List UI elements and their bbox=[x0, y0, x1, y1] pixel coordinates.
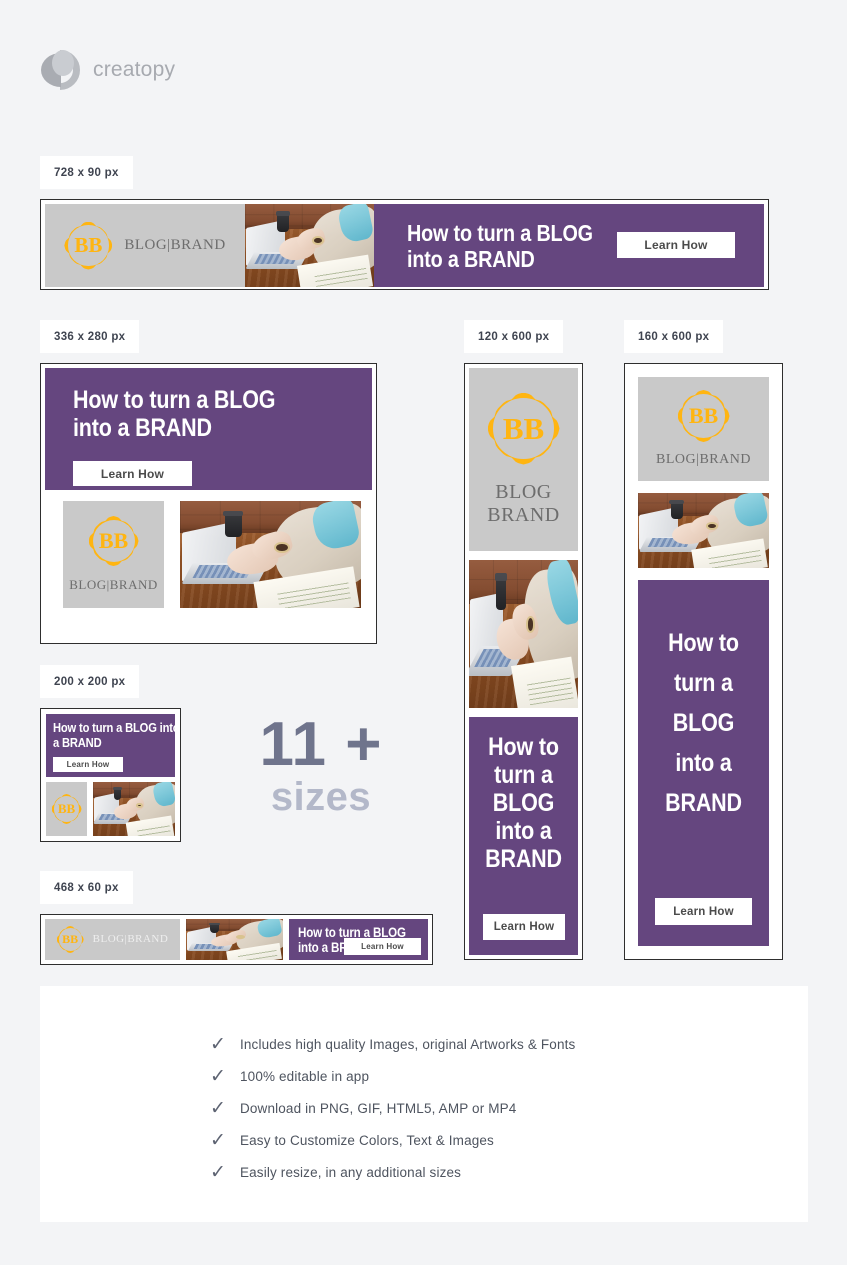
bb-badge-icon: BB bbox=[487, 392, 560, 465]
creatopy-brand-header: creatopy bbox=[40, 50, 175, 90]
bb-badge-icon: BB bbox=[64, 221, 113, 270]
purple-cta-pane: How to turn a BLOG into a BRAND Learn Ho… bbox=[374, 204, 764, 287]
ad-skyscraper-120x600[interactable]: BB BLOG BRAND How to turn a BLOG into a … bbox=[464, 363, 583, 960]
purple-cta-pane: How to turn a BLOG into a BRAND Learn Ho… bbox=[469, 717, 578, 955]
feature-item: ✓ 100% editable in app bbox=[210, 1060, 575, 1092]
size-label-banner: 468 x 60 px bbox=[40, 871, 133, 904]
check-icon: ✓ bbox=[210, 1129, 226, 1151]
logo-pane: BB bbox=[46, 782, 87, 836]
purple-cta-pane: How to turn a BLOG into a BRAND Learn Ho… bbox=[638, 580, 769, 946]
feature-label: Includes high quality Images, original A… bbox=[240, 1036, 576, 1052]
learn-how-button[interactable]: Learn How bbox=[344, 938, 421, 955]
purple-cta-pane: How to turn a BLOG into a BRAND Learn Ho… bbox=[46, 714, 175, 777]
purple-cta-pane: How to turn a BLOG into a BRAND Learn Ho… bbox=[45, 368, 372, 490]
headline: How to turn a BLOG into a BRAND bbox=[485, 733, 562, 873]
creatopy-circle-logo-icon bbox=[40, 50, 80, 90]
wordmark: BLOG|BRAND bbox=[124, 236, 226, 253]
wordmark: BLOG BRAND bbox=[487, 480, 560, 526]
feature-label: Easy to Customize Colors, Text & Images bbox=[240, 1132, 494, 1148]
bb-badge-icon: BB bbox=[56, 926, 84, 953]
size-label-leaderboard: 728 x 90 px bbox=[40, 156, 133, 189]
check-icon: ✓ bbox=[210, 1033, 226, 1055]
feature-item: ✓ Includes high quality Images, original… bbox=[210, 1028, 575, 1060]
media-row: BB bbox=[46, 782, 175, 836]
wordmark: BLOG|BRAND bbox=[656, 451, 751, 467]
laptop-photo bbox=[180, 501, 361, 608]
sizes-label: sizes bbox=[270, 775, 372, 819]
ad-set-preview-page: creatopy 728 x 90 px BB BLOG|BRAND How t… bbox=[0, 0, 847, 1265]
features-panel: ✓ Includes high quality Images, original… bbox=[40, 986, 808, 1222]
feature-label: 100% editable in app bbox=[240, 1068, 370, 1084]
headline: How to turn a BLOG into a BRAND bbox=[73, 386, 276, 442]
size-label-skyscraper-160: 160 x 600 px bbox=[624, 320, 724, 353]
check-icon: ✓ bbox=[210, 1065, 226, 1087]
laptop-photo bbox=[638, 493, 769, 568]
feature-label: Easily resize, in any additional sizes bbox=[240, 1164, 462, 1180]
features-list: ✓ Includes high quality Images, original… bbox=[210, 1028, 575, 1188]
sizes-count: 11 + bbox=[259, 710, 383, 779]
headline: How to turn a BLOG into a BRAND bbox=[407, 220, 593, 272]
bb-badge-icon: BB bbox=[88, 516, 139, 567]
bb-badge-icon: BB bbox=[51, 794, 82, 824]
learn-how-button[interactable]: Learn How bbox=[73, 461, 192, 486]
logo-pane: BB BLOG|BRAND bbox=[45, 919, 180, 960]
learn-how-button[interactable]: Learn How bbox=[655, 898, 752, 925]
media-row: BB BLOG|BRAND bbox=[45, 501, 372, 608]
logo-pane: BB BLOG|BRAND bbox=[45, 204, 245, 287]
feature-item: ✓ Easy to Customize Colors, Text & Image… bbox=[210, 1124, 575, 1156]
size-label-square: 200 x 200 px bbox=[40, 665, 140, 698]
learn-how-button[interactable]: Learn How bbox=[483, 914, 565, 940]
learn-how-button[interactable]: Learn How bbox=[617, 232, 735, 258]
wordmark: BLOG|BRAND bbox=[92, 933, 169, 946]
feature-item: ✓ Easily resize, in any additional sizes bbox=[210, 1156, 575, 1188]
laptop-photo bbox=[469, 560, 578, 708]
ad-skyscraper-160x600[interactable]: BB BLOG|BRAND How to turn a BLOG into a … bbox=[624, 363, 783, 960]
feature-label: Download in PNG, GIF, HTML5, AMP or MP4 bbox=[240, 1100, 517, 1116]
purple-cta-pane: How to turn a BLOG into a BRAND Learn Ho… bbox=[289, 919, 428, 960]
ad-square-200x200[interactable]: How to turn a BLOG into a BRAND Learn Ho… bbox=[40, 708, 181, 842]
check-icon: ✓ bbox=[210, 1097, 226, 1119]
logo-pane: BB BLOG BRAND bbox=[469, 368, 578, 551]
ad-rectangle-336x280[interactable]: How to turn a BLOG into a BRAND Learn Ho… bbox=[40, 363, 377, 644]
learn-how-button[interactable]: Learn How bbox=[53, 757, 123, 772]
sizes-callout: 11 + sizes bbox=[222, 710, 420, 819]
bb-badge-icon: BB bbox=[677, 389, 730, 442]
laptop-photo bbox=[186, 919, 283, 960]
ad-banner-468x60[interactable]: BB BLOG|BRAND How to turn a BLOG into a … bbox=[40, 914, 433, 965]
brand-name: creatopy bbox=[93, 58, 176, 81]
logo-pane: BB BLOG|BRAND bbox=[638, 377, 769, 481]
headline: How to turn a BLOG into a BRAND bbox=[53, 720, 175, 750]
size-label-rectangle: 336 x 280 px bbox=[40, 320, 140, 353]
laptop-photo bbox=[245, 204, 374, 287]
wordmark: BLOG|BRAND bbox=[69, 577, 158, 593]
size-label-skyscraper-120: 120 x 600 px bbox=[464, 320, 564, 353]
ad-leaderboard-728x90[interactable]: BB BLOG|BRAND How to turn a BLOG into a … bbox=[40, 199, 769, 290]
headline: How to turn a BLOG into a BRAND bbox=[665, 629, 742, 817]
check-icon: ✓ bbox=[210, 1161, 226, 1183]
laptop-photo bbox=[93, 782, 175, 836]
logo-pane: BB BLOG|BRAND bbox=[63, 501, 164, 608]
feature-item: ✓ Download in PNG, GIF, HTML5, AMP or MP… bbox=[210, 1092, 575, 1124]
